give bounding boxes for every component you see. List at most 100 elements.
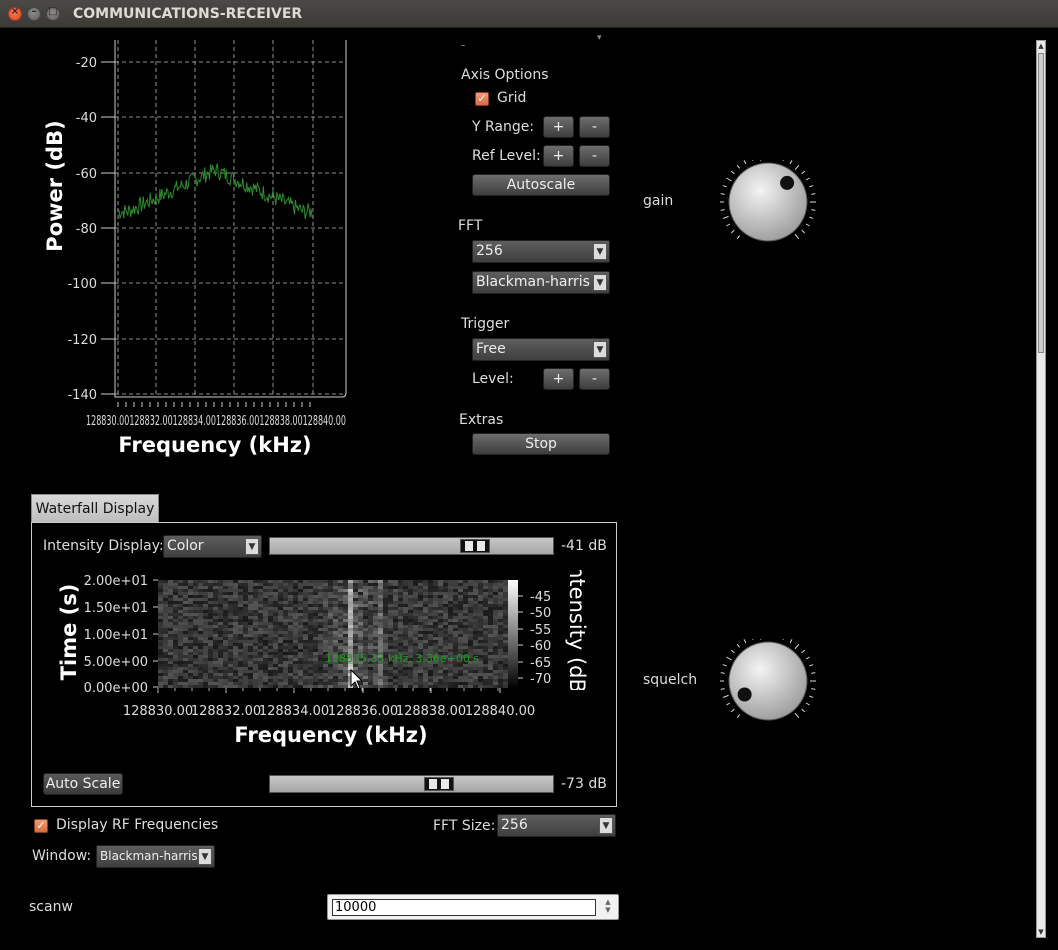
waterfall-window-select[interactable]: Blackman-harris ▼ — [96, 845, 215, 868]
waterfall-cell — [428, 667, 433, 670]
waterfall-cell — [158, 640, 163, 643]
waterfall-cell — [193, 637, 198, 640]
fft-size-select[interactable]: 256 ▼ — [472, 240, 610, 263]
waterfall-cell — [278, 631, 283, 634]
close-window-button[interactable]: × — [8, 6, 22, 21]
spin-arrows-icon[interactable]: ▲ ▼ — [601, 898, 615, 916]
waterfall-cell — [243, 592, 248, 595]
waterfall-cell — [388, 619, 393, 622]
ref-level-minus-button[interactable]: - — [579, 145, 610, 167]
waterfall-cell — [208, 622, 213, 625]
waterfall-cell — [403, 628, 408, 631]
waterfall-cell — [343, 637, 348, 640]
ref-level-plus-button[interactable]: + — [543, 145, 574, 167]
waterfall-cell — [443, 622, 448, 625]
minimize-window-button[interactable]: – — [27, 6, 41, 21]
waterfall-cell — [183, 595, 188, 598]
waterfall-cell — [418, 667, 423, 670]
colorbar-tick-label: -70 — [530, 672, 551, 687]
waterfall-cell — [503, 589, 508, 592]
waterfall-cell — [198, 586, 203, 589]
waterfall-cell — [368, 685, 373, 688]
scroll-up-icon[interactable]: ▲ — [1037, 41, 1045, 51]
y-range-minus-button[interactable]: - — [579, 116, 610, 138]
waterfall-cell — [263, 685, 268, 688]
waterfall-cell — [398, 583, 403, 586]
waterfall-cell — [203, 673, 208, 676]
waterfall-cell — [468, 580, 473, 583]
autoscale-button[interactable]: Autoscale — [472, 174, 610, 196]
waterfall-cell — [238, 619, 243, 622]
waterfall-cell — [213, 592, 218, 595]
vertical-scrollbar[interactable]: ▲ ▼ — [1036, 40, 1046, 938]
waterfall-cell — [253, 583, 258, 586]
waterfall-cell — [373, 670, 378, 673]
waterfall-cell — [163, 601, 168, 604]
intensity-max-slider[interactable] — [269, 537, 554, 555]
waterfall-cell — [238, 676, 243, 679]
waterfall-cell — [378, 646, 383, 649]
waterfall-cell — [403, 667, 408, 670]
waterfall-cell — [453, 592, 458, 595]
scanw-input[interactable] — [332, 899, 596, 916]
trigger-mode-select[interactable]: Free ▼ — [472, 338, 610, 361]
waterfall-cell — [333, 583, 338, 586]
waterfall-cell — [188, 634, 193, 637]
waterfall-cell — [208, 613, 213, 616]
squelch-knob[interactable] — [716, 639, 820, 723]
waterfall-cell — [243, 676, 248, 679]
waterfall-cell — [273, 643, 278, 646]
waterfall-cell — [358, 619, 363, 622]
gain-knob[interactable] — [716, 160, 820, 244]
waterfall-cell — [503, 580, 508, 583]
maximize-window-button[interactable]: □ — [46, 6, 60, 21]
stop-button[interactable]: Stop — [472, 433, 610, 455]
intensity-min-slider[interactable] — [269, 775, 554, 793]
waterfall-cell — [223, 604, 228, 607]
scrollbar-thumb[interactable] — [1038, 53, 1044, 353]
waterfall-cell — [288, 649, 293, 652]
waterfall-cell — [438, 673, 443, 676]
fft-window-select[interactable]: Blackman-harris ▼ — [472, 271, 610, 294]
waterfall-cell — [488, 598, 493, 601]
waterfall-cell — [503, 601, 508, 604]
spectrum-plot[interactable]: -20-40-60-80-100-120-140 128830.00128832… — [40, 36, 370, 461]
trigger-level-minus-button[interactable]: - — [579, 368, 610, 390]
waterfall-cell — [283, 598, 288, 601]
trigger-level-plus-button[interactable]: + — [543, 368, 574, 390]
waterfall-plot[interactable]: -45-50-55-60-65-702.00e+011.50e+011.00e+… — [40, 570, 600, 752]
waterfall-cell — [418, 619, 423, 622]
waterfall-cell — [353, 637, 358, 640]
intensity-mode-select[interactable]: Color ▼ — [163, 535, 262, 558]
waterfall-x-tick: 128838.00 — [396, 704, 466, 719]
slider-handle[interactable] — [424, 777, 455, 791]
waterfall-cell — [493, 646, 498, 649]
waterfall-cell — [278, 682, 283, 685]
auto-scale-button[interactable]: Auto Scale — [43, 773, 123, 795]
scroll-down-icon[interactable]: ▼ — [1037, 927, 1045, 937]
waterfall-cell — [323, 616, 328, 619]
tab-waterfall-display[interactable]: Waterfall Display — [31, 494, 159, 523]
waterfall-cell — [363, 613, 368, 616]
waterfall-cell — [253, 613, 258, 616]
waterfall-cell — [493, 601, 498, 604]
waterfall-cell — [323, 640, 328, 643]
display-rf-checkbox[interactable]: ✓ — [34, 819, 48, 833]
waterfall-cell — [373, 667, 378, 670]
waterfall-cell — [253, 667, 258, 670]
waterfall-cell — [483, 604, 488, 607]
waterfall-cell — [168, 664, 173, 667]
knob-tick — [720, 672, 725, 674]
scanw-spinbox[interactable]: ▲▼ — [327, 894, 619, 920]
knob-tick — [736, 714, 741, 719]
waterfall-cell — [313, 595, 318, 598]
waterfall-cell — [383, 640, 388, 643]
waterfall-fft-size-select[interactable]: 256 ▼ — [497, 814, 616, 837]
waterfall-cell — [443, 607, 448, 610]
slider-handle[interactable] — [459, 539, 490, 553]
waterfall-cell — [453, 673, 458, 676]
waterfall-cell — [358, 625, 363, 628]
grid-checkbox[interactable]: ✓ — [475, 92, 489, 106]
waterfall-cell — [258, 604, 263, 607]
y-range-plus-button[interactable]: + — [543, 116, 574, 138]
